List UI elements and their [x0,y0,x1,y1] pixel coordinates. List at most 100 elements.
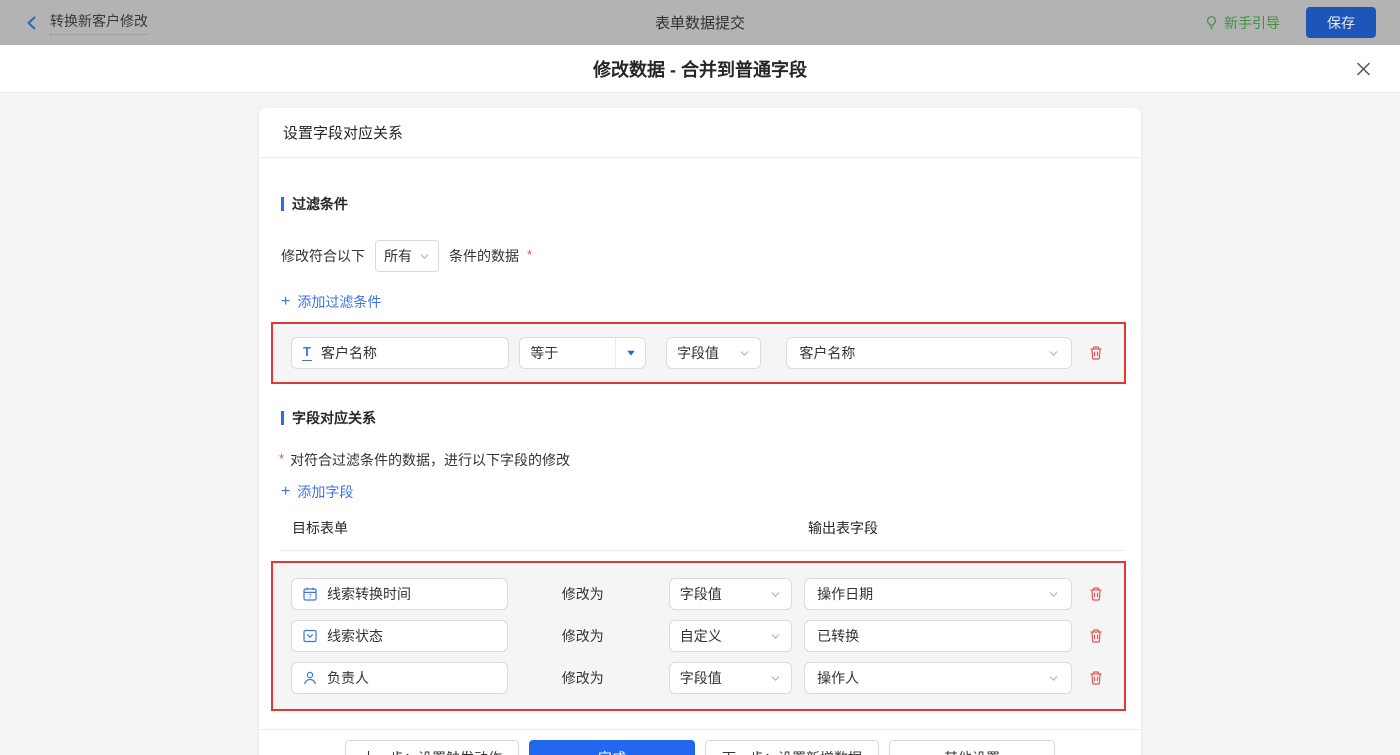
column-target-form: 目标表单 [292,520,348,536]
trash-icon [1088,345,1104,361]
match-suffix-label: 条件的数据 [449,248,519,264]
modify-to-label: 修改为 [561,670,604,686]
chevron-down-icon [770,589,781,600]
filter-condition-row: T 客户名称 等于 字段值 客户名称 [291,337,1106,369]
filter-highlight-box: T 客户名称 等于 字段值 客户名称 [271,322,1126,384]
match-prefix-label: 修改符合以下 [281,248,365,264]
match-mode-select[interactable]: 所有 [375,240,439,272]
output-field-select[interactable]: 操作人 [804,662,1072,694]
close-icon[interactable] [1351,56,1376,81]
value-type-value: 字段值 [679,586,722,602]
custom-value: 已转换 [817,628,860,644]
next-step-button[interactable]: 下一步：设置新增数据 [705,740,879,755]
save-button[interactable]: 保存 [1306,7,1376,38]
filter-section-label: 过滤条件 [292,196,348,212]
target-field-value: 线索转换时间 [327,586,411,602]
add-filter-condition-label: 添加过滤条件 [297,294,382,310]
modal-header: 修改数据 - 合并到普通字段 [0,45,1400,93]
target-field-select[interactable]: 线索状态 [291,620,508,652]
target-field-select[interactable]: 负责人 [291,662,508,694]
beginner-guide-label: 新手引导 [1224,14,1280,31]
panel-header-title: 设置字段对应关系 [259,108,1141,158]
mapping-row: 7 线索转换时间 修改为 字段值 操作日期 [291,578,1106,610]
mapping-description-row: * 对符合过滤条件的数据，进行以下字段的修改 [279,450,1126,470]
person-icon [302,670,318,686]
modify-to-label: 修改为 [561,586,604,602]
value-type-select[interactable]: 自定义 [668,620,793,652]
modal-title: 修改数据 - 合并到普通字段 [593,59,807,80]
mapping-row: 负责人 修改为 字段值 操作人 [291,662,1106,694]
delete-mapping-button[interactable] [1086,626,1106,646]
svg-text:7: 7 [308,594,312,601]
filter-section-title: 过滤条件 [281,158,1126,214]
add-filter-condition-link[interactable]: + 添加过滤条件 [281,292,381,312]
panel-footer: 上一步：设置触发动作 完成 下一步：设置新增数据 其他设置 [259,729,1141,755]
target-field-value: 线索状态 [327,628,383,644]
mapping-section-label: 字段对应关系 [292,410,376,426]
filter-field-value: 客户名称 [320,345,377,361]
trash-icon [1088,586,1104,602]
value-type-select[interactable]: 字段值 [668,578,793,610]
trash-icon [1088,670,1104,686]
column-output-field: 输出表字段 [808,520,878,536]
target-field-value: 负责人 [327,670,369,686]
output-field-value: 操作人 [817,670,860,686]
filter-field-select[interactable]: T 客户名称 [291,337,510,369]
mapping-section-title: 字段对应关系 [281,384,1126,428]
chevron-down-icon [739,348,750,359]
section-accent-bar [281,197,284,211]
mapping-highlight-box: 7 线索转换时间 修改为 字段值 操作日期 线索状态 修改为 自定义 已转换 负… [271,561,1126,711]
add-field-link[interactable]: + 添加字段 [281,482,353,502]
filter-value-select[interactable]: 客户名称 [786,337,1073,369]
beginner-guide-link[interactable]: 新手引导 [1204,13,1280,33]
delete-filter-button[interactable] [1086,343,1106,363]
topbar: 转换新客户修改 表单数据提交 新手引导 保存 [0,0,1400,45]
value-type-value: 字段值 [677,345,720,361]
output-field-value: 操作日期 [817,586,874,602]
target-field-select[interactable]: 7 线索转换时间 [291,578,508,610]
modal-body: 设置字段对应关系 过滤条件 修改符合以下 所有 条件的数据 * + 添加过滤条件… [0,93,1400,755]
chevron-down-icon [1048,589,1059,600]
delete-mapping-button[interactable] [1086,584,1106,604]
match-condition-row: 修改符合以下 所有 条件的数据 * [281,240,1126,272]
calendar-icon: 7 [302,586,318,602]
required-mark: * [279,451,285,466]
section-accent-bar [281,411,284,425]
value-type-value: 自定义 [679,628,722,644]
mapping-row: 线索状态 修改为 自定义 已转换 [291,620,1106,652]
chevron-down-icon [770,673,781,684]
modify-to-label: 修改为 [561,628,604,644]
done-button[interactable]: 完成 [529,740,695,755]
chevron-down-icon [770,631,781,642]
value-type-select[interactable]: 字段值 [668,662,793,694]
trash-icon [1088,628,1104,644]
lightbulb-icon [1204,15,1219,30]
required-mark: * [527,246,533,262]
add-field-label: 添加字段 [297,484,354,500]
text-field-icon: T [302,344,312,361]
plus-icon: + [281,483,291,500]
chevron-left-icon [24,15,40,31]
back-button[interactable] [24,15,40,31]
prev-step-button[interactable]: 上一步：设置触发动作 [345,740,519,755]
mapping-column-headers: 目标表单 输出表字段 [281,518,1126,551]
workflow-name[interactable]: 转换新客户修改 [50,11,148,35]
settings-panel: 设置字段对应关系 过滤条件 修改符合以下 所有 条件的数据 * + 添加过滤条件… [259,108,1141,755]
other-settings-button[interactable]: 其他设置 [889,740,1055,755]
chevron-down-icon [1048,348,1059,359]
mapping-description: 对符合过滤条件的数据，进行以下字段的修改 [290,452,571,468]
operator-value: 等于 [530,345,559,361]
operator-select[interactable]: 等于 [519,337,647,369]
value-type-select[interactable]: 字段值 [666,337,762,369]
topbar-title: 表单数据提交 [654,15,746,32]
plus-icon: + [281,293,291,310]
match-mode-value: 所有 [384,248,412,264]
dropdown-field-icon [302,628,318,644]
filter-value: 客户名称 [799,345,856,361]
custom-value-input[interactable]: 已转换 [804,620,1072,652]
chevron-down-icon [1048,673,1059,684]
output-field-select[interactable]: 操作日期 [804,578,1072,610]
delete-mapping-button[interactable] [1086,668,1106,688]
chevron-down-icon [419,251,430,262]
triangle-down-icon [615,338,645,368]
